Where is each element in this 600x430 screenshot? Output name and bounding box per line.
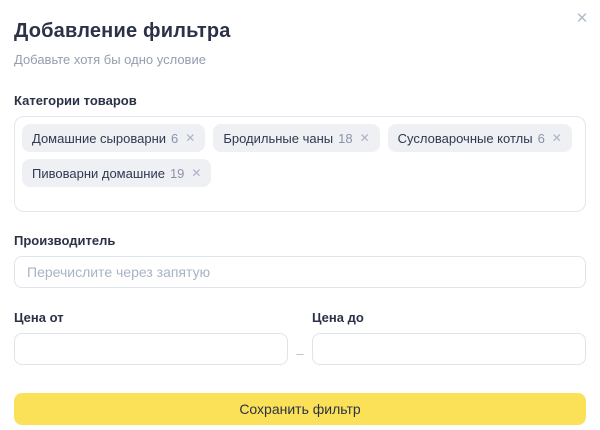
manufacturer-input[interactable] [14, 256, 586, 288]
chip-count: 6 [538, 131, 545, 146]
manufacturer-label: Производитель [14, 233, 586, 248]
chip-label: Бродильные чаны [223, 131, 333, 146]
category-chip-list[interactable]: Домашние сыроварни 6 ✕ Бродильные чаны 1… [14, 116, 586, 212]
price-from-input[interactable] [14, 333, 288, 365]
categories-label: Категории товаров [14, 93, 586, 108]
price-to-label: Цена до [312, 310, 586, 325]
chip-count: 18 [338, 131, 352, 146]
category-chip[interactable]: Домашние сыроварни 6 ✕ [22, 124, 205, 152]
add-filter-dialog: ✕ Добавление фильтра Добавьте хотя бы од… [0, 0, 600, 430]
dialog-title: Добавление фильтра [14, 20, 586, 43]
chip-label: Домашние сыроварни [32, 131, 166, 146]
category-chip[interactable]: Бродильные чаны 18 ✕ [213, 124, 379, 152]
price-from-column: Цена от [14, 310, 288, 365]
category-chip[interactable]: Пивоварни домашние 19 ✕ [22, 159, 211, 187]
save-filter-button[interactable]: Сохранить фильтр [14, 393, 586, 425]
chip-count: 19 [170, 166, 184, 181]
category-chip[interactable]: Сусловарочные котлы 6 ✕ [388, 124, 572, 152]
price-range-dash: – [288, 337, 312, 369]
chip-label: Сусловарочные котлы [398, 131, 533, 146]
price-to-column: Цена до [312, 310, 586, 365]
dialog-subtitle: Добавьте хотя бы одно условие [14, 52, 586, 67]
chip-remove-icon[interactable]: ✕ [185, 132, 195, 144]
close-icon[interactable]: ✕ [572, 8, 592, 28]
price-from-label: Цена от [14, 310, 288, 325]
chip-count: 6 [171, 131, 178, 146]
chip-remove-icon[interactable]: ✕ [552, 132, 562, 144]
price-range-row: Цена от – Цена до [14, 310, 586, 369]
price-to-input[interactable] [312, 333, 586, 365]
chip-label: Пивоварни домашние [32, 166, 165, 181]
chip-remove-icon[interactable]: ✕ [360, 132, 370, 144]
chip-remove-icon[interactable]: ✕ [191, 167, 201, 179]
